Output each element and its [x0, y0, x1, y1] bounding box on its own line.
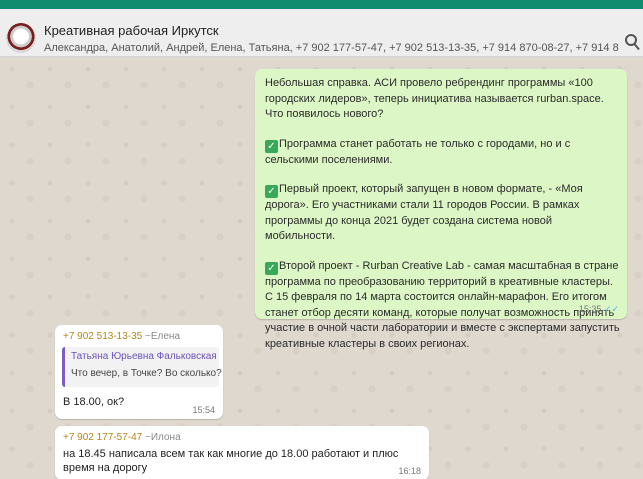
quote-text: Что вечер, в Точке? Во сколько? — [71, 368, 222, 379]
top-accent-bar — [0, 0, 643, 9]
sender-phone[interactable]: +7 902 513-13-35 — [63, 331, 142, 342]
message-paragraph: ✓ Первый проект, который запущен в новом … — [265, 183, 583, 242]
message-sender[interactable]: +7 902 177-57-47 ~Илона — [63, 432, 181, 443]
sender-phone[interactable]: +7 902 177-57-47 — [63, 432, 142, 443]
message-paragraph: Небольшая справка. АСИ провело ребрендин… — [265, 77, 604, 120]
whatsapp-window: Креативная рабочая Иркутск Александра, А… — [0, 0, 643, 479]
message-paragraph: ✓ Программа станет работать не только с г… — [265, 137, 571, 166]
message-text: В 18.00, ок? — [63, 396, 125, 408]
message-paragraph: ✓ Второй проект - Rurban Creative Lab - с… — [265, 259, 620, 350]
sender-name: ~Илона — [145, 432, 181, 443]
message-time: 16:18 — [398, 466, 421, 476]
message-time: 15:54 — [192, 405, 215, 415]
message-text: на 18.45 написала всем так как многие до… — [63, 448, 399, 474]
search-icon[interactable] — [624, 33, 640, 51]
check-mark-icon: ✓ — [265, 185, 278, 198]
chat-header[interactable]: Креативная рабочая Иркутск Александра, А… — [0, 9, 643, 57]
check-mark-icon: ✓ — [265, 261, 278, 275]
double-check-icon: ✓✓ — [603, 304, 619, 314]
sender-name: ~Елена — [145, 331, 181, 342]
outgoing-message[interactable]: Небольшая справка. АСИ провело ребрендин… — [255, 69, 627, 350]
quote-author: Татьяна Юрьевна Фальковская — [71, 351, 217, 362]
chat-area[interactable]: Небольшая справка. АСИ провело ребрендин… — [0, 57, 643, 479]
incoming-message[interactable]: +7 902 177-57-47 ~Илона на 18.45 написал… — [55, 426, 429, 479]
message-sender[interactable]: +7 902 513-13-35 ~Елена — [63, 331, 180, 342]
group-avatar[interactable] — [6, 23, 36, 53]
quoted-message[interactable]: Татьяна Юрьевна Фальковская Что вечер, в… — [62, 347, 222, 387]
message-time: 15:35 ✓✓ — [578, 304, 619, 314]
incoming-message[interactable]: +7 902 513-13-35 ~Елена Татьяна Юрьевна … — [55, 325, 223, 419]
message-text: Небольшая справка. АСИ провело ребрендин… — [265, 76, 620, 366]
check-mark-icon: ✓ — [265, 139, 278, 153]
chat-title[interactable]: Креативная рабочая Иркутск — [44, 23, 219, 38]
chat-members[interactable]: Александра, Анатолий, Андрей, Елена, Тат… — [44, 42, 619, 54]
